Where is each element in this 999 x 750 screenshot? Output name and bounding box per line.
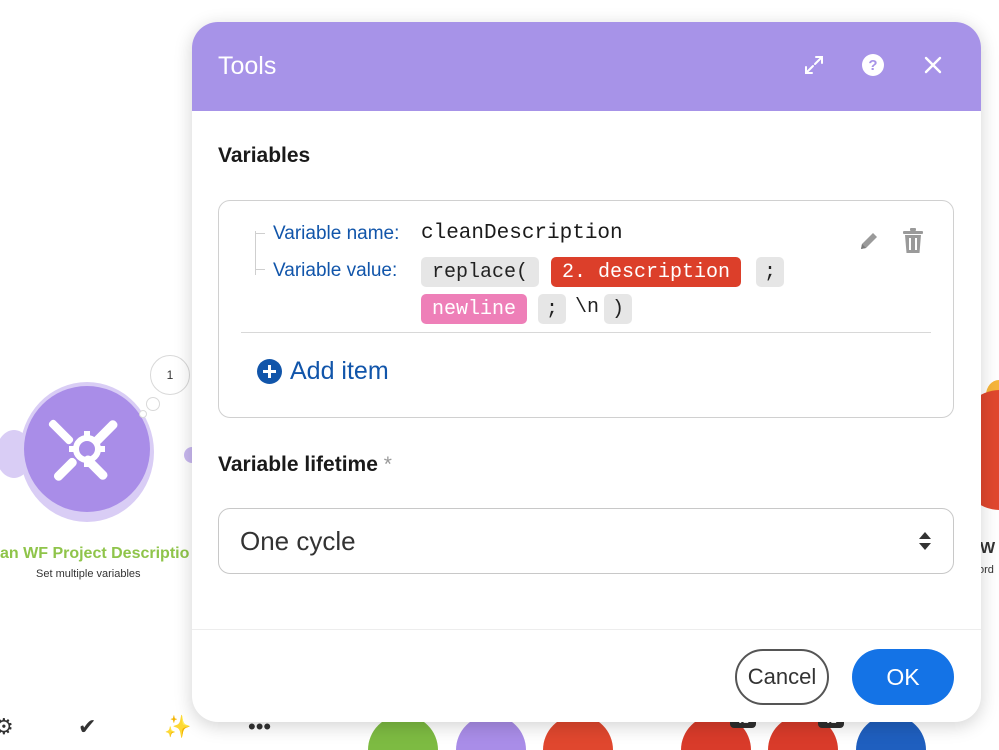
bundle-count: 1	[166, 368, 174, 382]
required-mark: *	[383, 453, 392, 476]
bundle-count-bubble[interactable]: 1	[150, 355, 190, 395]
gear-icon[interactable]: ⚙	[0, 716, 14, 738]
variable-lifetime-select[interactable]: One cycle	[218, 508, 954, 574]
ok-button[interactable]: OK	[852, 649, 954, 705]
tools-module[interactable]	[24, 386, 150, 512]
module-title: an WF Project Descriptio	[0, 545, 190, 562]
token-close[interactable]: )	[604, 294, 633, 324]
edit-icon[interactable]	[857, 229, 881, 258]
variable-name-label: Variable name:	[273, 223, 400, 244]
variable-lifetime-label: Variable lifetime *	[218, 453, 392, 477]
plus-circle-icon	[257, 359, 282, 384]
select-arrows-icon	[919, 532, 931, 550]
bubble-tail-dot	[139, 410, 147, 418]
variable-name-value[interactable]: cleanDescription	[421, 222, 623, 245]
tree-line	[255, 269, 265, 270]
token-keyword[interactable]: newline	[421, 294, 528, 324]
close-icon[interactable]	[918, 50, 948, 80]
variable-lifetime-text: Variable lifetime	[218, 453, 378, 476]
checkmark-icon[interactable]: ✔	[78, 716, 96, 738]
expand-icon[interactable]	[799, 50, 829, 80]
dialog-title: Tools	[218, 52, 277, 80]
variables-list: Variable name: cleanDescription Variable…	[218, 200, 954, 418]
token-mapped-field[interactable]: 2. description	[551, 257, 742, 287]
dialog-header: Tools ?	[192, 22, 981, 111]
token-separator[interactable]: ;	[538, 294, 567, 324]
row-divider	[241, 332, 931, 333]
token-literal[interactable]: \n	[575, 296, 599, 319]
cancel-button[interactable]: Cancel	[735, 649, 829, 705]
magic-wand-icon[interactable]: ✨	[164, 716, 191, 738]
token-function[interactable]: replace(	[421, 257, 540, 287]
trash-icon[interactable]	[902, 228, 924, 259]
token-separator[interactable]: ;	[756, 257, 785, 287]
variable-lifetime-value: One cycle	[240, 525, 356, 556]
bubble-tail-dot	[146, 397, 160, 411]
tree-line	[255, 233, 265, 234]
add-item-label: Add item	[290, 357, 389, 385]
tools-dialog: Tools ? Variables Variable name: cleanDe…	[192, 22, 981, 722]
variables-section-title: Variables	[218, 144, 311, 167]
svg-text:?: ?	[868, 57, 877, 74]
help-icon[interactable]: ?	[858, 50, 888, 80]
wrench-screwdriver-gear-icon	[48, 419, 118, 481]
variable-value-label: Variable value:	[273, 260, 398, 281]
next-module-title: W	[980, 540, 996, 557]
module-subtitle: Set multiple variables	[36, 568, 141, 580]
footer-divider	[192, 629, 981, 630]
add-item-button[interactable]: Add item	[257, 357, 389, 386]
